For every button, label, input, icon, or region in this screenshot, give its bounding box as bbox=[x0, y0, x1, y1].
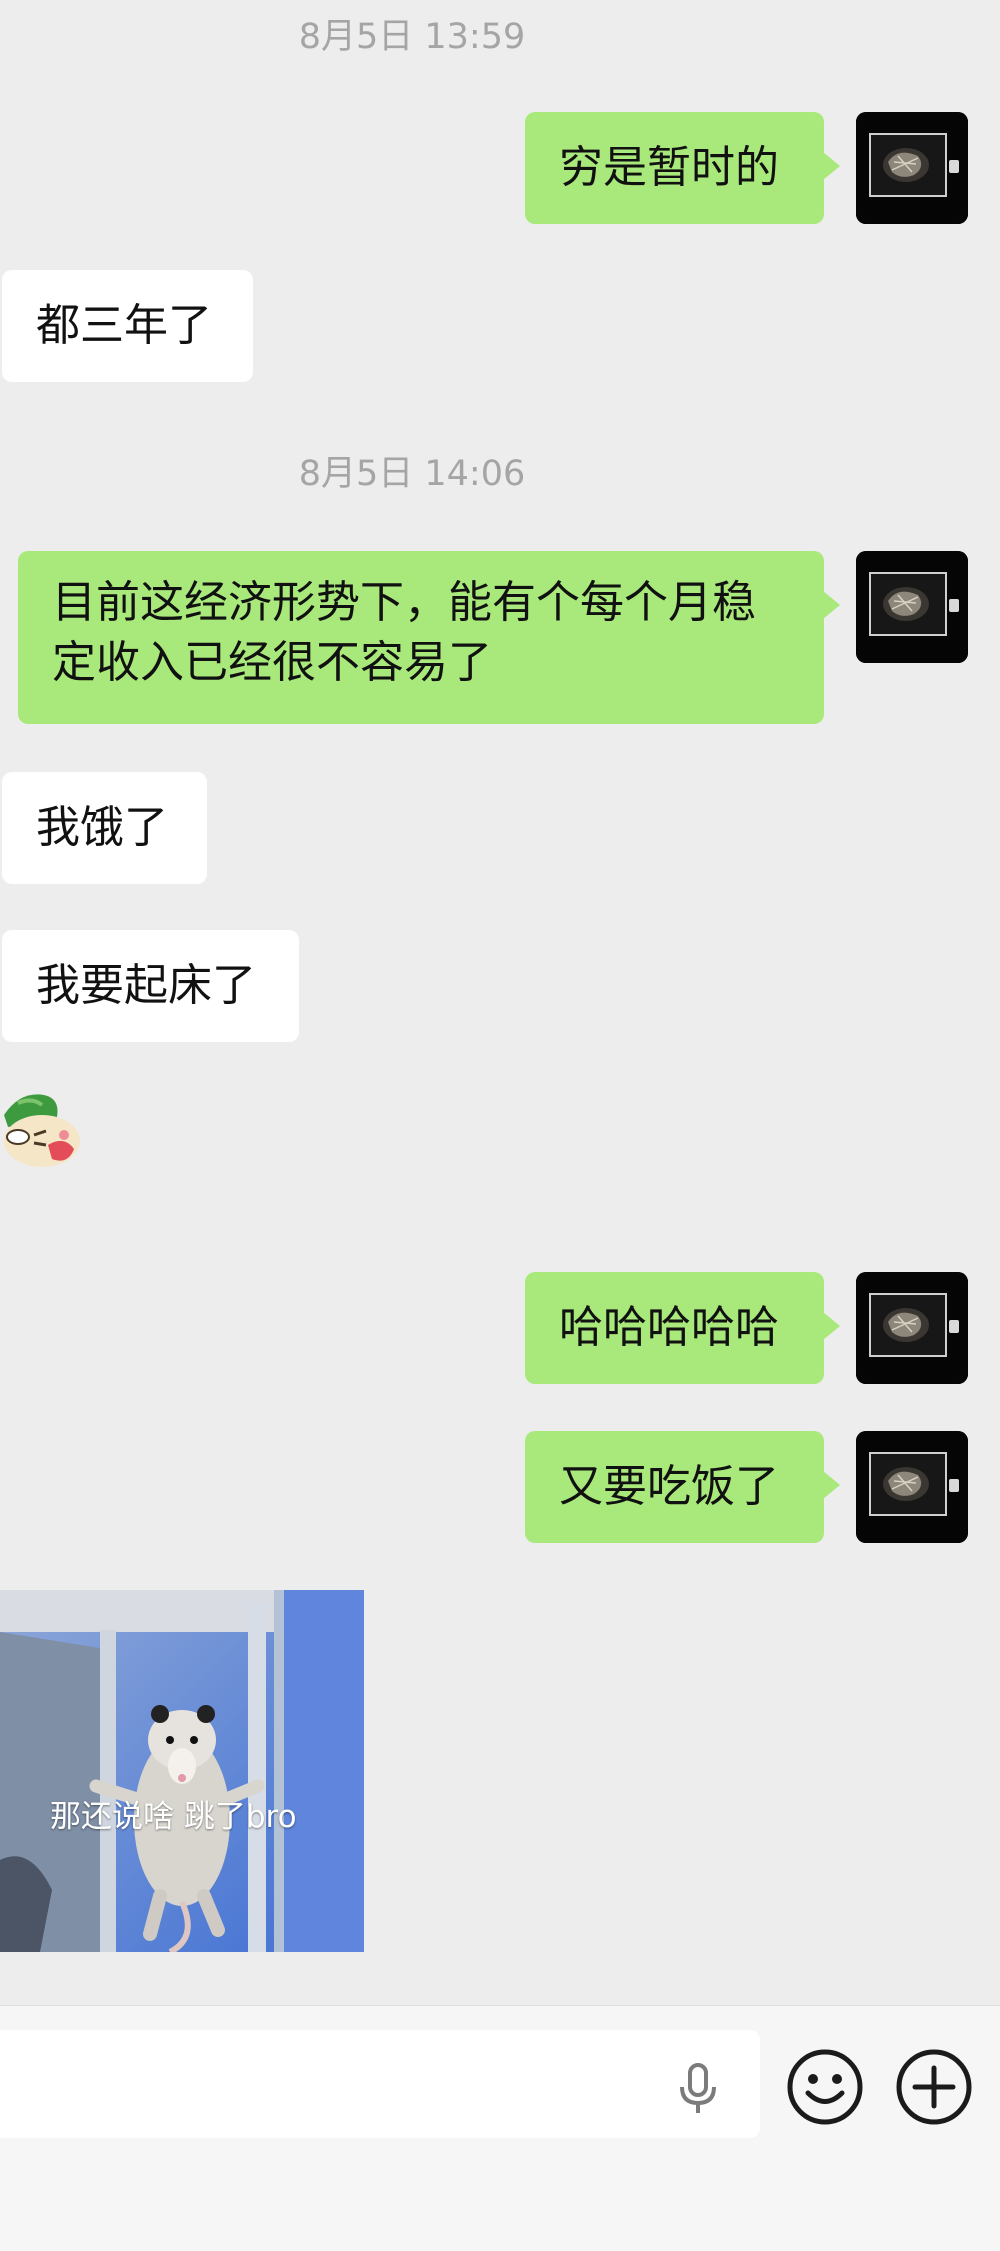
my-avatar[interactable] bbox=[856, 551, 968, 663]
artwork-avatar-icon bbox=[856, 1272, 968, 1384]
microphone-icon[interactable] bbox=[676, 2063, 720, 2115]
artwork-avatar-icon bbox=[856, 551, 968, 663]
artwork-avatar-icon bbox=[856, 1431, 968, 1543]
emoji-sticker[interactable] bbox=[0, 1087, 84, 1171]
plus-circle-icon bbox=[896, 2049, 972, 2125]
artwork-avatar-icon bbox=[856, 112, 968, 224]
message-text: 我要起床了 bbox=[36, 960, 256, 1011]
message-bubble-incoming[interactable]: 都三年了 bbox=[2, 270, 253, 382]
meme-sticker-image[interactable] bbox=[0, 1590, 364, 1952]
message-bubble-incoming[interactable]: 我饿了 bbox=[2, 772, 207, 884]
add-button[interactable] bbox=[895, 2048, 973, 2126]
my-avatar[interactable] bbox=[856, 1431, 968, 1543]
emoji-button[interactable] bbox=[786, 2048, 864, 2126]
my-avatar[interactable] bbox=[856, 1272, 968, 1384]
message-text: 哈哈哈哈哈 bbox=[559, 1302, 779, 1353]
message-bubble-outgoing[interactable]: 穷是暂时的 bbox=[525, 112, 840, 224]
my-avatar[interactable] bbox=[856, 112, 968, 224]
message-text: 穷是暂时的 bbox=[559, 142, 779, 193]
chat-page: 8月5日 13:59 穷是暂时的 都三年了 8月5日 14:06 目前这经济形势… bbox=[0, 0, 1000, 2251]
smile-emoji-icon bbox=[787, 2049, 863, 2125]
message-bubble-incoming[interactable]: 我要起床了 bbox=[2, 930, 299, 1042]
cartoon-face-sticker-icon bbox=[0, 1087, 84, 1171]
message-text: 都三年了 bbox=[36, 300, 212, 351]
message-input[interactable] bbox=[0, 2030, 760, 2138]
input-bar bbox=[0, 2005, 1000, 2251]
message-text: 目前这经济形势下，能有个每个月稳定收入已经很不容易了 bbox=[52, 577, 756, 688]
opossum-window-sticker-icon bbox=[0, 1590, 364, 1952]
message-text: 又要吃饭了 bbox=[559, 1461, 779, 1512]
timestamp: 8月5日 14:06 bbox=[298, 454, 526, 494]
message-bubble-outgoing[interactable]: 又要吃饭了 bbox=[525, 1431, 840, 1543]
message-bubble-outgoing[interactable]: 哈哈哈哈哈 bbox=[525, 1272, 840, 1384]
timestamp: 8月5日 13:59 bbox=[298, 17, 526, 57]
message-bubble-outgoing[interactable]: 目前这经济形势下，能有个每个月稳定收入已经很不容易了 bbox=[18, 551, 840, 724]
sticker-caption: 那还说啥 跳了bro bbox=[50, 1799, 297, 1835]
message-text: 我饿了 bbox=[36, 802, 168, 853]
